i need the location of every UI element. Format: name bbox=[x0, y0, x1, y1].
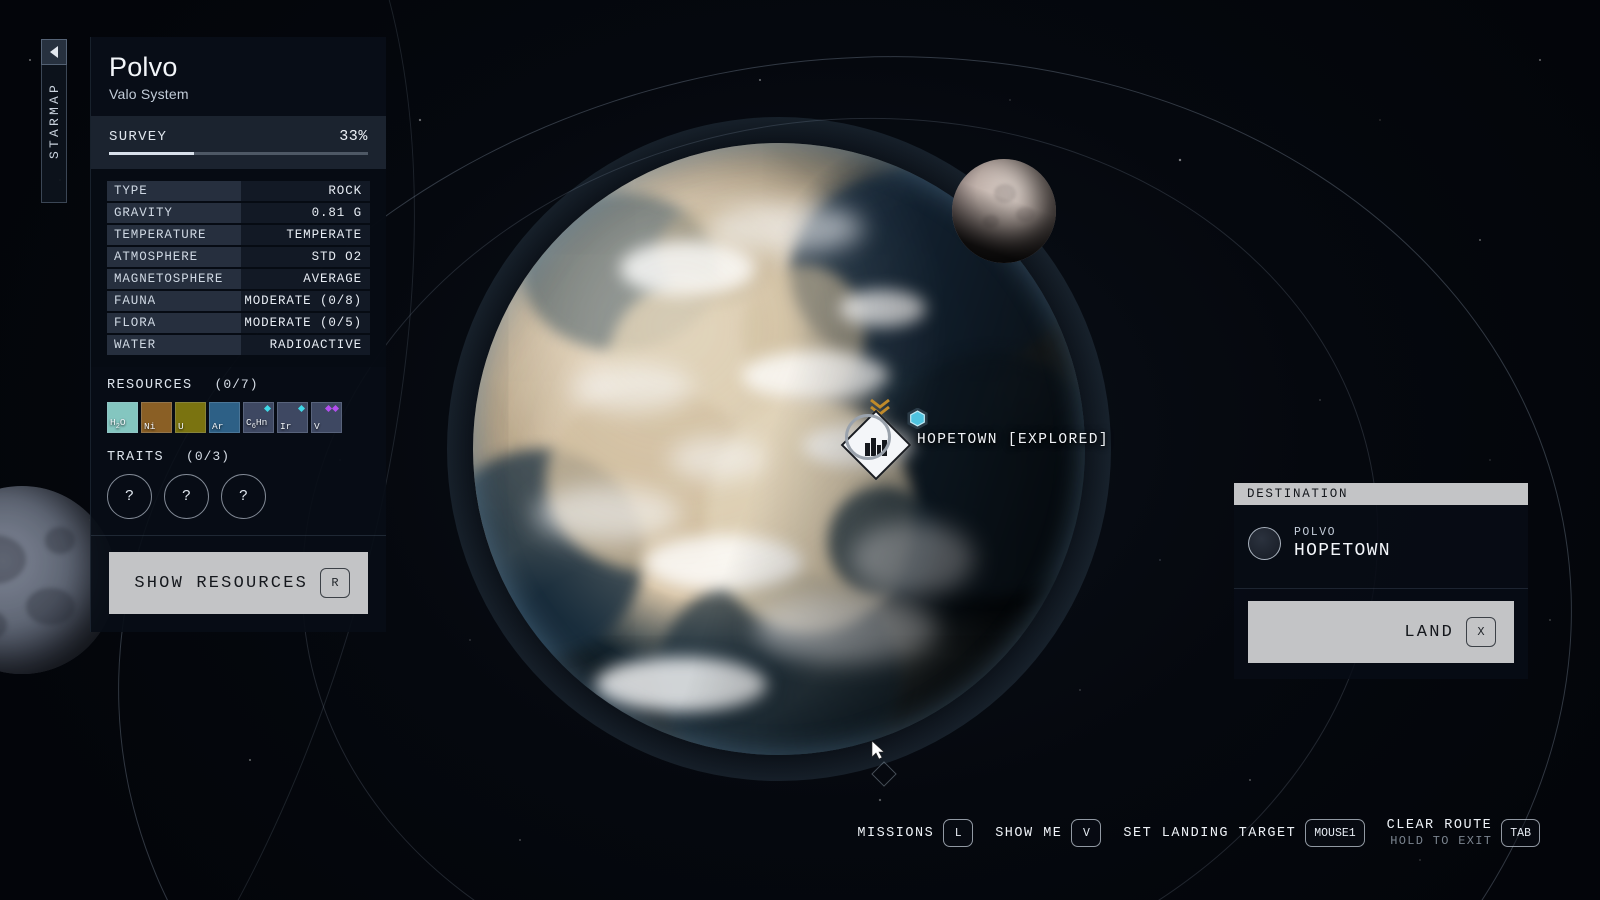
stat-row: TEMPERATURE TEMPERATE bbox=[107, 225, 370, 246]
prompt-set-landing-target[interactable]: SET LANDING TARGET MOUSE1 bbox=[1123, 819, 1365, 847]
resource-tile[interactable]: Ni bbox=[141, 402, 172, 434]
prompt-text: CLEAR ROUTE HOLD TO EXIT bbox=[1387, 818, 1493, 848]
stat-value: MODERATE (0/5) bbox=[241, 313, 370, 334]
planet-stats-table: TYPE ROCK GRAVITY 0.81 G TEMPERATURE TEMPERAT… bbox=[91, 169, 386, 368]
system-name: Valo System bbox=[109, 86, 189, 103]
prompt-show-me[interactable]: SHOW ME V bbox=[995, 819, 1102, 847]
trait-slot[interactable]: ? bbox=[221, 474, 266, 520]
destination-planet-name: POLVO bbox=[1294, 526, 1337, 539]
stat-row: MAGNETOSPHERE AVERAGE bbox=[107, 269, 370, 290]
land-button-label: LAND bbox=[1404, 622, 1454, 642]
stat-key: GRAVITY bbox=[107, 203, 241, 224]
resource-symbol: V bbox=[314, 420, 320, 432]
traits-section: TRAITS (0/3) ??? bbox=[91, 437, 386, 535]
survey-progress-track bbox=[109, 152, 368, 156]
prompt-label: MISSIONS bbox=[857, 825, 935, 841]
land-key-badge: X bbox=[1466, 617, 1496, 647]
starmap-tab-label: STARMAP bbox=[46, 82, 62, 160]
survey-label: SURVEY bbox=[109, 129, 168, 146]
collapse-panel-button[interactable] bbox=[41, 39, 67, 65]
prompt-text: SET LANDING TARGET bbox=[1123, 826, 1296, 841]
prompt-key-badge: V bbox=[1071, 819, 1102, 847]
resources-count: (0/7) bbox=[214, 377, 259, 393]
prompt-label: CLEAR ROUTE bbox=[1386, 818, 1493, 833]
resource-rarity-dots bbox=[324, 405, 340, 413]
stat-key: TYPE bbox=[107, 181, 241, 202]
traits-count: (0/3) bbox=[186, 449, 231, 465]
stat-row: GRAVITY 0.81 G bbox=[107, 203, 370, 224]
bottom-prompt-bar: MISSIONS L SHOW ME V SET LANDING TARGET MOUSE… bbox=[857, 818, 1540, 848]
resource-symbol: U bbox=[178, 420, 184, 432]
resource-rarity-dots bbox=[263, 405, 272, 413]
show-resources-label: SHOW RESOURCES bbox=[134, 573, 308, 593]
resource-tile[interactable]: C6Hn bbox=[243, 402, 274, 434]
stat-key: TEMPERATURE bbox=[107, 225, 241, 246]
stat-value: MODERATE (0/8) bbox=[241, 291, 370, 312]
show-resources-section: SHOW RESOURCES R bbox=[91, 535, 386, 632]
resource-symbol: C6Hn bbox=[246, 417, 268, 432]
moon-right bbox=[952, 159, 1056, 263]
resource-tile[interactable]: U bbox=[175, 402, 206, 434]
survey-progress-block: SURVEY 33% bbox=[91, 116, 386, 170]
planet-name: Polvo bbox=[109, 52, 178, 82]
starfield-planet-view: HOPETOWN [EXPLORED] STARMAP Polvo Valo S… bbox=[0, 0, 1600, 900]
resource-symbol: Ni bbox=[144, 420, 156, 432]
show-resources-button[interactable]: SHOW RESOURCES R bbox=[109, 552, 368, 615]
prompt-key-badge: MOUSE1 bbox=[1305, 819, 1365, 847]
destination-location-name: HOPETOWN bbox=[1294, 541, 1391, 561]
land-button-section: LAND X bbox=[1234, 589, 1528, 679]
stat-value: AVERAGE bbox=[241, 269, 370, 290]
planet-info-panel: Polvo Valo System SURVEY 33% TYPE ROCK GRA… bbox=[90, 37, 386, 633]
resource-tile-list: H2O Ni U Ar C6Hn Ir V bbox=[107, 402, 370, 434]
resource-tile[interactable]: H2O bbox=[107, 402, 138, 434]
trait-slot[interactable]: ? bbox=[164, 474, 209, 520]
resource-tile[interactable]: V bbox=[311, 402, 342, 434]
stat-row: WATER RADIOACTIVE bbox=[107, 335, 370, 356]
resource-symbol: Ir bbox=[280, 420, 292, 432]
show-resources-key-badge: R bbox=[320, 568, 350, 599]
stat-value: ROCK bbox=[241, 181, 370, 202]
prompt-text: MISSIONS bbox=[857, 826, 934, 841]
prompt-key-badge: TAB bbox=[1501, 819, 1540, 847]
stat-value: RADIOACTIVE bbox=[241, 335, 370, 356]
resource-symbol: Ar bbox=[212, 420, 224, 432]
trait-slot[interactable]: ? bbox=[107, 474, 152, 520]
triangle-left-icon bbox=[50, 46, 58, 58]
prompt-label: SET LANDING TARGET bbox=[1123, 825, 1297, 841]
stat-key: FAUNA bbox=[107, 291, 241, 312]
resource-tile[interactable]: Ar bbox=[209, 402, 240, 434]
stat-key: WATER bbox=[107, 335, 241, 356]
resource-symbol: H2O bbox=[110, 417, 126, 432]
destination-panel: DESTINATION POLVO HOPETOWN LAND X bbox=[1234, 483, 1528, 679]
prompt-sublabel: HOLD TO EXIT bbox=[1390, 834, 1493, 848]
survey-progress-fill bbox=[109, 152, 195, 156]
stat-row: FAUNA MODERATE (0/8) bbox=[107, 291, 370, 312]
destination-body[interactable]: POLVO HOPETOWN bbox=[1234, 505, 1528, 589]
stat-key: MAGNETOSPHERE bbox=[107, 269, 241, 290]
stat-key: ATMOSPHERE bbox=[107, 247, 241, 268]
planet-circle-icon bbox=[1248, 527, 1281, 560]
stat-value: TEMPERATE bbox=[241, 225, 370, 246]
resource-tile[interactable]: Ir bbox=[277, 402, 308, 434]
resources-section: RESOURCES (0/7) H2O Ni U Ar C6Hn Ir V bbox=[91, 367, 386, 437]
trait-slot-list: ??? bbox=[107, 474, 370, 520]
prompt-text: SHOW ME bbox=[995, 826, 1062, 841]
traits-label: TRAITS bbox=[107, 450, 165, 466]
stat-row: FLORA MODERATE (0/5) bbox=[107, 313, 370, 334]
stat-value: 0.81 G bbox=[241, 203, 370, 224]
resource-rarity-dots bbox=[297, 405, 306, 413]
prompt-clear-route[interactable]: CLEAR ROUTE HOLD TO EXIT TAB bbox=[1387, 818, 1540, 848]
prompt-key-badge: L bbox=[943, 819, 974, 847]
prompt-missions[interactable]: MISSIONS L bbox=[857, 819, 974, 847]
land-button[interactable]: LAND X bbox=[1248, 601, 1514, 663]
resources-label: RESOURCES bbox=[107, 378, 193, 394]
stat-row: TYPE ROCK bbox=[107, 181, 370, 202]
destination-header: DESTINATION bbox=[1234, 483, 1528, 505]
stat-value: STD O2 bbox=[241, 247, 370, 268]
planet-header: Polvo Valo System bbox=[91, 37, 386, 117]
survey-percent-value: 33% bbox=[339, 128, 368, 146]
stat-row: ATMOSPHERE STD O2 bbox=[107, 247, 370, 268]
prompt-label: SHOW ME bbox=[995, 825, 1063, 841]
stat-key: FLORA bbox=[107, 313, 241, 334]
